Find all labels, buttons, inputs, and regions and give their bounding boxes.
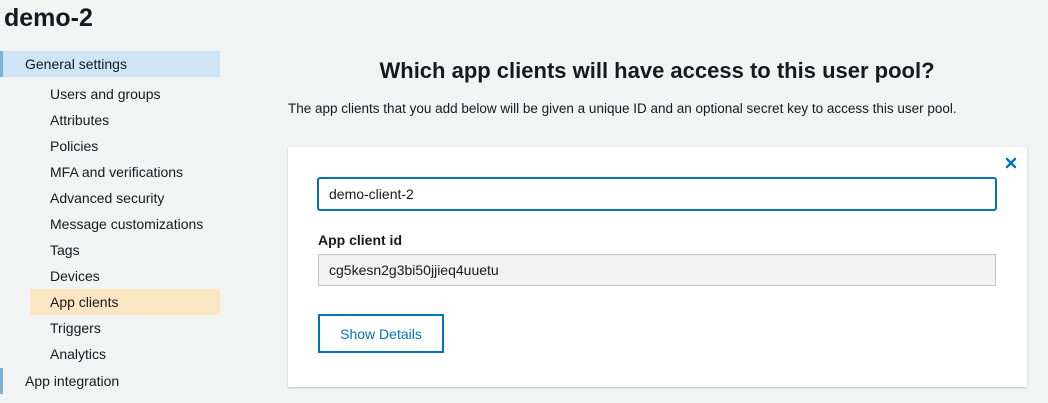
sidebar-nav: General settings Users and groups Attrib…	[0, 51, 220, 394]
sidebar-item-tags[interactable]: Tags	[0, 237, 220, 263]
sidebar-item-analytics[interactable]: Analytics	[0, 341, 220, 367]
sidebar-item-devices[interactable]: Devices	[0, 263, 220, 289]
show-details-button[interactable]: Show Details	[318, 314, 444, 353]
sidebar-item-triggers[interactable]: Triggers	[0, 315, 220, 341]
page-title: demo-2	[4, 4, 93, 32]
app-client-name-input[interactable]	[318, 178, 996, 210]
sidebar-item-users-and-groups[interactable]: Users and groups	[0, 81, 220, 107]
app-client-card: App client id cg5kesn2g3bi50jjieq4uuetu …	[288, 147, 1027, 387]
sidebar-section-app-integration[interactable]: App integration	[0, 368, 220, 394]
app-client-id-value: cg5kesn2g3bi50jjieq4uuetu	[318, 254, 996, 286]
sidebar-item-policies[interactable]: Policies	[0, 133, 220, 159]
sidebar-item-mfa-and-verifications[interactable]: MFA and verifications	[0, 159, 220, 185]
sidebar-item-app-clients[interactable]: App clients	[30, 289, 220, 315]
sidebar-item-attributes[interactable]: Attributes	[0, 107, 220, 133]
sidebar-subnav: Users and groups Attributes Policies MFA…	[0, 81, 220, 367]
main-heading: Which app clients will have access to th…	[379, 58, 935, 83]
app-client-id-label: App client id	[318, 232, 402, 248]
main-description: The app clients that you add below will …	[288, 101, 957, 116]
sidebar-item-message-customizations[interactable]: Message customizations	[0, 211, 220, 237]
close-icon[interactable]	[1005, 157, 1017, 169]
sidebar-section-general-settings[interactable]: General settings	[0, 51, 220, 77]
sidebar-item-advanced-security[interactable]: Advanced security	[0, 185, 220, 211]
